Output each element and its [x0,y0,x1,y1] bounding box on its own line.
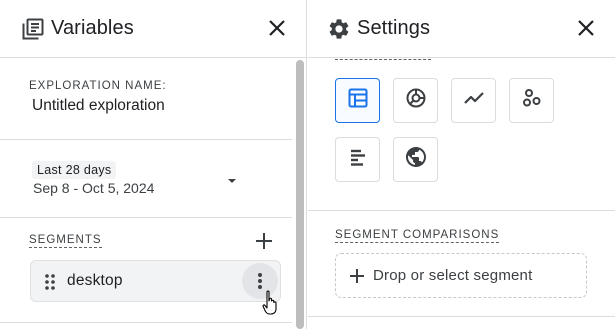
segment-comparisons-label: SEGMENT COMPARISONS [335,229,500,243]
drag-handle-icon[interactable] [44,273,56,291]
segment-drop-zone[interactable]: Drop or select segment [335,253,587,298]
date-range-value: Sep 8 - Oct 5, 2024 [33,180,155,196]
variables-list-icon [21,17,45,41]
bar-viz-button[interactable] [335,137,380,182]
segments-section: SEGMENTS desktop [0,218,292,323]
variables-panel: Variables EXPLORATION NAME: Untitled exp… [0,0,307,329]
more-vert-icon[interactable] [242,263,278,299]
segments-label: SEGMENTS [29,234,102,248]
segment-chip[interactable]: desktop [30,260,281,302]
scatter-plot-icon [520,86,544,115]
settings-header: Settings [308,0,615,58]
gear-icon [327,17,351,41]
scatter-viz-button[interactable] [509,78,554,123]
technique-label-underline [335,59,431,60]
globe-icon [404,145,428,174]
plus-icon [348,267,366,285]
table-viz-button[interactable] [335,78,380,123]
segment-name: desktop [67,272,123,289]
donut-chart-icon [404,86,428,115]
section-divider [308,316,615,317]
table-icon [347,87,369,114]
geo-viz-button[interactable] [393,137,438,182]
close-icon[interactable] [573,15,599,41]
section-divider [308,210,615,211]
settings-title: Settings [357,17,431,39]
variables-title: Variables [51,17,134,39]
line-chart-icon [462,86,486,115]
variables-header: Variables [0,0,306,58]
line-viz-button[interactable] [451,78,496,123]
close-icon[interactable] [264,15,290,41]
donut-viz-button[interactable] [393,78,438,123]
scrollbar[interactable] [296,60,304,329]
date-preset-chip: Last 28 days [32,161,117,179]
exploration-name-input[interactable]: Untitled exploration [32,97,165,115]
caret-down-icon[interactable] [226,174,238,186]
plus-icon[interactable] [253,230,275,252]
drop-zone-text: Drop or select segment [373,267,533,284]
date-range-section[interactable]: Last 28 days Sep 8 - Oct 5, 2024 [0,140,292,218]
settings-panel: Settings SEGMENT COMPARISONS Drop or sel… [308,0,615,329]
exploration-name-section: EXPLORATION NAME: Untitled exploration [0,58,292,140]
bar-chart-icon [347,146,369,173]
exploration-name-label: EXPLORATION NAME: [29,80,167,92]
